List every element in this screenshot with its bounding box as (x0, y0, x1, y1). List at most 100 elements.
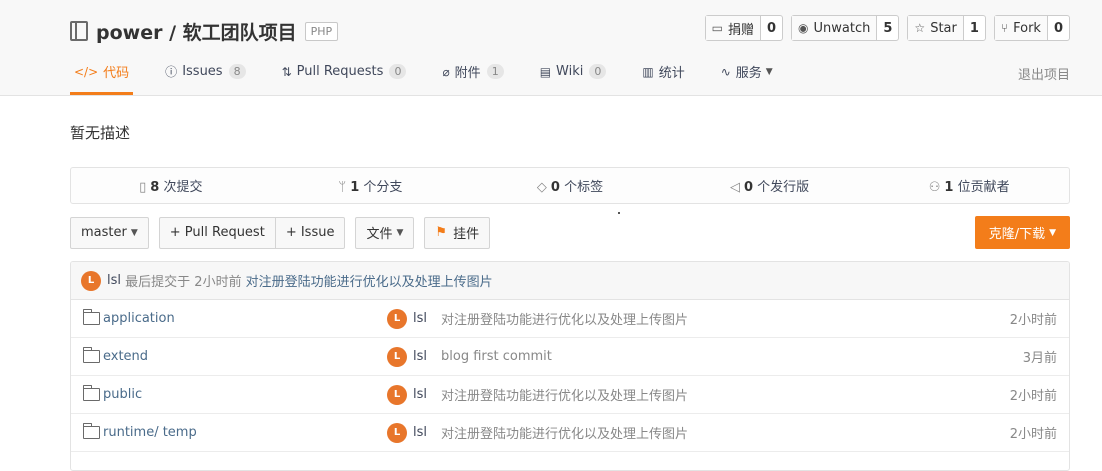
tab-issues[interactable]: ⓘ Issues 8 (161, 51, 249, 95)
repo-header: power / 软工团队项目 PHP ▭ 捐赠 0 ◉ Unwatch 5 ☆ Sta… (0, 0, 1102, 96)
avatar[interactable]: L (387, 308, 407, 329)
repo-tabs: </> 代码 ⓘ Issues 8 ⇅ Pull Requests 0 ⌀ 附件… (70, 51, 805, 95)
widget-button[interactable]: ⚑ 挂件 (424, 216, 491, 249)
fork-label: Fork (1013, 20, 1041, 36)
repo-stats-bar: ▯ 8 次提交 ᛘ1 个分支 ◇ 0 个标签 ◁ 0 个发行版 ⚇ 1 位贡献者 (70, 167, 1070, 204)
file-list: L lsl 最后提交于 2小时前 对注册登陆功能进行优化以及处理上传图片 app… (70, 261, 1070, 471)
star-button[interactable]: ☆ Star 1 (907, 15, 986, 41)
chart-icon: ▥ (642, 64, 654, 79)
avatar[interactable]: L (81, 270, 101, 291)
unwatch-button[interactable]: ◉ Unwatch 5 (791, 15, 900, 41)
clone-label: 克隆/下载 (988, 227, 1046, 242)
file-commit-message[interactable]: 对注册登陆功能进行优化以及处理上传图片 (441, 309, 688, 328)
clone-download-button[interactable]: 克隆/下载 ▼ (974, 216, 1070, 249)
repo-description: 暂无描述 (70, 124, 131, 142)
stat-count: 1 (350, 180, 360, 195)
chevron-down-icon: ▼ (130, 227, 138, 238)
exit-project-link[interactable]: 退出项目 (1018, 64, 1070, 83)
stat-label: 个分支 (363, 180, 403, 195)
stat-commits[interactable]: ▯ 8 次提交 (71, 176, 271, 195)
folder-icon (82, 423, 100, 439)
chevron-down-icon: ▼ (396, 227, 404, 238)
file-author-name[interactable]: lsl (413, 425, 427, 440)
file-commit-message[interactable]: 对注册登陆功能进行优化以及处理上传图片 (441, 423, 688, 442)
stat-branches[interactable]: ᛘ1 个分支 (271, 176, 471, 195)
avatar[interactable]: L (387, 384, 407, 405)
tab-stats[interactable]: ▥ 统计 (638, 51, 688, 95)
stat-tags[interactable]: ◇ 0 个标签 (470, 176, 670, 195)
folder-icon (82, 309, 100, 325)
book-icon: ▤ (539, 64, 552, 79)
new-issue-button[interactable]: + Issue (275, 216, 346, 249)
folder-icon (82, 347, 100, 363)
star-count[interactable]: 1 (964, 16, 985, 40)
stat-releases[interactable]: ◁ 0 个发行版 (670, 176, 870, 195)
file-menu-button[interactable]: 文件 ▼ (355, 216, 415, 249)
file-name-link[interactable]: extend (103, 349, 148, 364)
file-author: Llsl (387, 308, 427, 329)
pull-request-icon: ⇅ (281, 64, 292, 79)
file-author-name[interactable]: lsl (413, 349, 427, 364)
tab-attachments[interactable]: ⌀ 附件 1 (438, 51, 507, 95)
commit-time: 2小时前 (194, 275, 242, 290)
avatar[interactable]: L (387, 346, 407, 367)
stat-count: 0 (550, 180, 560, 195)
fork-button[interactable]: ⑂ Fork 0 (993, 15, 1070, 41)
repo-actions: ▭ 捐赠 0 ◉ Unwatch 5 ☆ Star 1 ⑂ Fork 0 (704, 15, 1070, 41)
stat-count: 8 (150, 180, 160, 195)
tab-label: 代码 (103, 66, 130, 81)
branch-select-label: master (81, 225, 127, 240)
commit-icon: ▯ (139, 180, 147, 195)
commit-message-link[interactable]: 对注册登陆功能进行优化以及处理上传图片 (246, 271, 493, 290)
branch-select[interactable]: master ▼ (70, 216, 149, 249)
fork-count[interactable]: 0 (1048, 16, 1069, 40)
commit-author[interactable]: lsl (107, 273, 121, 288)
tag-icon: ◇ (536, 180, 547, 195)
stray-dot (618, 212, 620, 214)
file-menu-label: 文件 (366, 227, 393, 242)
stat-count: 1 (944, 180, 954, 195)
file-name-link[interactable]: runtime/ temp (103, 425, 197, 440)
stat-label: 次提交 (163, 180, 203, 195)
chevron-down-icon: ▼ (1049, 227, 1056, 238)
paperclip-icon: ⌀ (442, 64, 450, 79)
release-icon: ◁ (729, 180, 740, 195)
stat-count: 0 (743, 180, 754, 195)
file-commit-message[interactable]: blog first commit (441, 349, 552, 364)
stat-contributors[interactable]: ⚇ 1 位贡献者 (869, 176, 1069, 195)
tab-label: Wiki (556, 64, 584, 79)
file-name-link[interactable]: public (103, 387, 142, 402)
new-pull-request-button[interactable]: + Pull Request (158, 216, 276, 249)
language-badge: PHP (304, 21, 339, 41)
tab-wiki[interactable]: ▤ Wiki 0 (536, 51, 611, 95)
repo-toolbar: master ▼ + Pull Request + Issue 文件 ▼ ⚑ 挂件 克… (70, 216, 1070, 249)
repo-title-row: power / 软工团队项目 PHP (70, 16, 339, 46)
star-label: Star (930, 20, 957, 36)
file-author-name[interactable]: lsl (413, 311, 427, 326)
tab-pull-requests[interactable]: ⇅ Pull Requests 0 (278, 51, 411, 95)
tab-label: Pull Requests (296, 64, 384, 79)
fork-icon: ⑂ (1000, 21, 1009, 35)
eye-icon: ◉ (798, 21, 809, 35)
file-author-name[interactable]: lsl (413, 387, 427, 402)
stat-label: 位贡献者 (957, 180, 1010, 195)
file-row: runtime/ temp Llsl 对注册登陆功能进行优化以及处理上传图片 2… (71, 414, 1069, 452)
avatar[interactable]: L (387, 422, 407, 443)
watch-count[interactable]: 5 (877, 16, 898, 40)
tab-code[interactable]: </> 代码 (70, 51, 134, 95)
donate-count[interactable]: 0 (761, 16, 782, 40)
file-name-link[interactable]: application (103, 311, 175, 326)
donate-icon: ▭ (711, 21, 723, 35)
unwatch-label: Unwatch (813, 20, 871, 36)
file-commit-message[interactable]: 对注册登陆功能进行优化以及处理上传图片 (441, 385, 688, 404)
donate-label: 捐赠 (727, 22, 754, 38)
create-button-group: + Pull Request + Issue (158, 216, 346, 249)
repo-icon (70, 21, 88, 41)
stat-label: 个发行版 (757, 180, 810, 195)
file-time: 2小时前 (1009, 313, 1057, 328)
donate-button[interactable]: ▭ 捐赠 0 (704, 15, 784, 41)
tab-label: 统计 (658, 66, 685, 81)
repo-title[interactable]: power / 软工团队项目 (96, 18, 297, 45)
tab-services[interactable]: ∿ 服务 ▼ (717, 51, 777, 95)
issues-count-badge: 8 (228, 64, 246, 79)
